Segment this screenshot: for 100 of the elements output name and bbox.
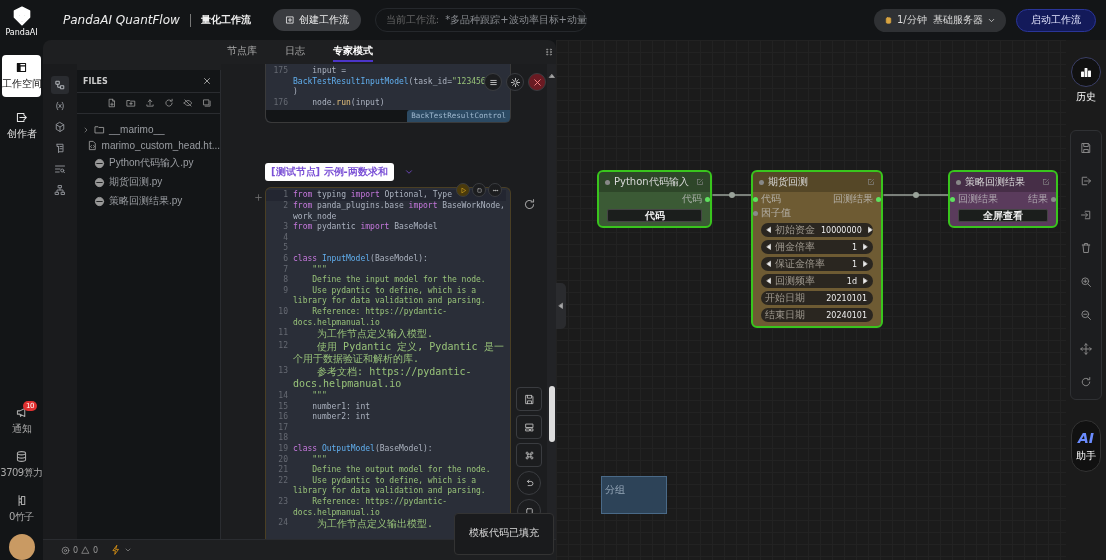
decrement-icon[interactable] <box>765 277 773 285</box>
input-port[interactable] <box>753 196 758 202</box>
layout-button[interactable] <box>516 415 542 439</box>
command-button[interactable] <box>516 443 542 467</box>
run-button[interactable] <box>456 183 470 197</box>
workflow-node[interactable]: Python代码输入 代码 代码 <box>597 170 712 228</box>
port-label: 因子值 <box>761 206 791 220</box>
chevron-icon[interactable] <box>82 125 90 134</box>
input-port[interactable] <box>950 196 955 202</box>
increment-icon[interactable] <box>861 277 869 285</box>
line-number: 21 <box>277 465 289 476</box>
parameter-field[interactable]: 结束日期 20240101 <box>761 308 873 322</box>
panel-tab[interactable]: 日志 <box>284 40 305 64</box>
scrollbar-thumb[interactable] <box>548 386 555 442</box>
refresh-icon[interactable] <box>522 198 536 211</box>
chevron-left-icon <box>557 302 565 310</box>
save-icon[interactable] <box>1080 141 1092 154</box>
code-line: ) <box>293 87 298 98</box>
line-number: 23 <box>277 497 289 508</box>
output-port[interactable] <box>876 196 881 202</box>
import-icon[interactable] <box>1080 208 1092 221</box>
parameter-field[interactable]: 初始资金 10000000 <box>761 223 873 237</box>
upload-icon[interactable] <box>145 98 155 108</box>
delete-button[interactable] <box>528 73 546 91</box>
cell-title[interactable]: [测试节点] 示例-两数求和 <box>265 163 394 182</box>
zoom-out-icon[interactable] <box>1080 309 1092 322</box>
export-icon[interactable] <box>1080 175 1092 188</box>
history-button[interactable] <box>1071 57 1101 87</box>
port-label: 结果 <box>1028 192 1048 206</box>
history-label: 历史 <box>1076 90 1096 104</box>
move-icon[interactable] <box>1080 342 1092 355</box>
create-workflow-button[interactable]: 创建工作流 <box>272 9 361 31</box>
node-group[interactable]: 分组 <box>601 476 667 514</box>
new-folder-icon[interactable] <box>126 98 136 108</box>
scroll-up-icon[interactable] <box>547 72 556 80</box>
notification-toast: 模板代码已填充 <box>454 513 554 555</box>
avatar[interactable] <box>8 534 35 560</box>
close-icon[interactable] <box>202 76 212 86</box>
save-button[interactable] <box>516 387 542 411</box>
new-file-icon[interactable] <box>107 98 117 108</box>
zoom-in-icon[interactable] <box>1080 275 1092 288</box>
stop-button[interactable] <box>472 183 486 197</box>
increment-icon[interactable] <box>861 260 869 268</box>
panel-tab[interactable]: 专家模式 <box>332 40 373 64</box>
collapse-handle[interactable] <box>556 283 566 329</box>
nav-item[interactable]: 0竹子 <box>2 488 41 530</box>
activity-button[interactable] <box>51 76 69 94</box>
refresh-icon[interactable] <box>1080 376 1092 389</box>
parameter-value: 1 <box>850 259 858 269</box>
bamboo-icon <box>15 494 28 507</box>
decrement-icon[interactable] <box>765 243 773 251</box>
trash-icon[interactable] <box>1080 242 1092 255</box>
drag-handle-icon[interactable] <box>544 47 554 57</box>
code-line: 参考文档: https://pydantic-docs.helpmanual.io <box>293 365 473 391</box>
parameter-field[interactable]: 开始日期 20210101 <box>761 291 873 305</box>
nav-item[interactable]: 创作者 <box>2 105 41 147</box>
workflow-node[interactable]: 策略回测结果 回测结果 结果 全屏查看 <box>948 170 1058 228</box>
code-line: number2: int <box>311 412 371 423</box>
app-subtitle: 量化工作流 <box>200 13 251 27</box>
code-line: 为工作节点定义输入模型. <box>316 328 434 341</box>
line-number: 22 <box>277 475 289 487</box>
decrement-icon[interactable] <box>765 226 773 234</box>
collapse-icon[interactable] <box>202 98 212 108</box>
chevron-down-icon[interactable] <box>124 546 133 554</box>
refresh-icon[interactable] <box>164 98 174 108</box>
output-port[interactable] <box>705 196 710 202</box>
line-number: 1 <box>282 190 289 201</box>
node-button[interactable]: 代码 <box>607 209 702 222</box>
code-line: from pydantic import BaseModel <box>293 222 438 233</box>
nav-item[interactable]: 工作空间 <box>2 55 41 97</box>
file-item[interactable]: __marimo__ <box>109 124 165 135</box>
app-title: PandaAI QuantFlow <box>63 13 180 27</box>
file-item[interactable]: 策略回测结果.py <box>109 194 183 208</box>
field-label: 当前工作流: <box>385 13 440 27</box>
nav-item[interactable]: 3709算力 <box>2 444 41 486</box>
python-file-icon <box>94 176 105 188</box>
panel-tab[interactable]: 节点库 <box>226 40 257 64</box>
parameter-field[interactable]: 保证金倍率 1 <box>761 257 873 271</box>
decrement-icon[interactable] <box>765 260 773 268</box>
server-select[interactable]: 1/分钟 基础服务器 <box>873 8 1006 32</box>
more-button[interactable] <box>488 183 502 197</box>
output-port[interactable] <box>1051 196 1056 202</box>
input-port[interactable] <box>753 210 758 216</box>
code-file-icon <box>86 140 98 151</box>
eye-off-icon[interactable] <box>183 98 193 108</box>
python-file-icon <box>94 195 105 207</box>
lightning-icon[interactable] <box>111 545 122 555</box>
file-item[interactable]: Python代码输入.py <box>109 156 194 170</box>
warning-icon <box>81 545 91 555</box>
node-button[interactable]: 全屏查看 <box>958 209 1048 222</box>
file-item[interactable]: 期货回测.py <box>109 175 163 189</box>
workflow-node[interactable]: 期货回测 代码 回测结果 因子值 初始资金 10000000 佣金倍率 1 保证金倍率 1 回测频率 1d 开始日期 20210101 结束日期 20240101 <box>751 170 883 328</box>
increment-icon[interactable] <box>861 243 869 251</box>
add-cell-icon[interactable] <box>254 193 263 202</box>
file-item[interactable]: marimo_custom_head.ht... <box>101 140 220 151</box>
parameter-field[interactable]: 回测频率 1d <box>761 274 873 288</box>
assistant-button[interactable]: AI 助手 <box>1071 420 1101 472</box>
parameter-label: 开始日期 <box>765 291 805 305</box>
parameter-field[interactable]: 佣金倍率 1 <box>761 240 873 254</box>
start-workflow-button[interactable]: 启动工作流 <box>1016 8 1096 32</box>
